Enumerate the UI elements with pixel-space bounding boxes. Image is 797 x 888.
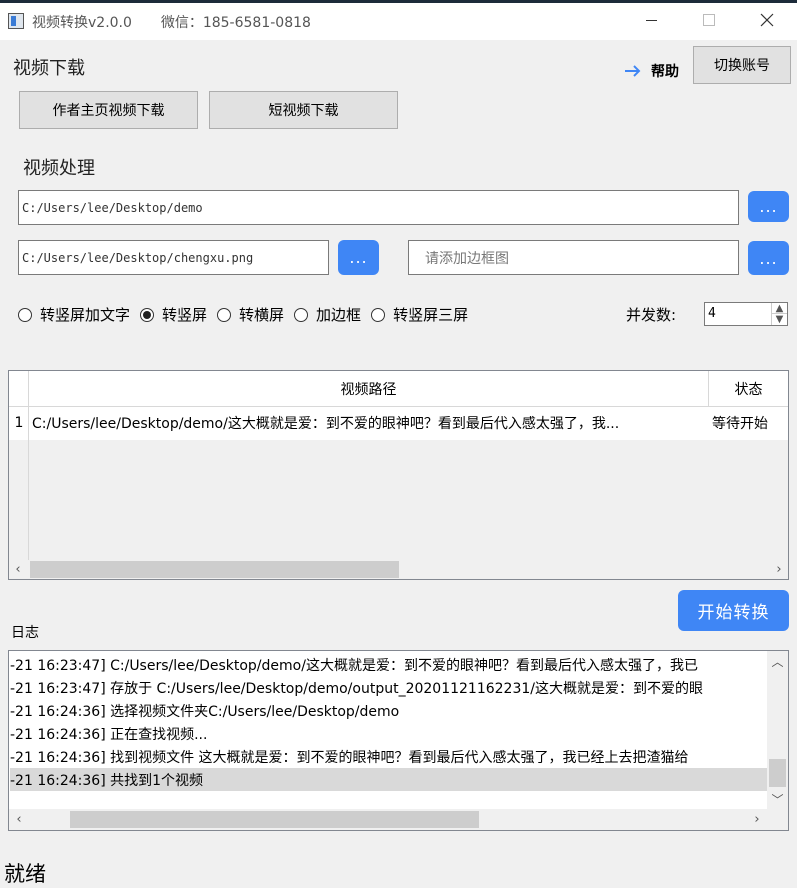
switch-account-button[interactable]: 切换账号: [693, 46, 791, 84]
mode-radio-horizontal[interactable]: 转横屏: [217, 304, 284, 325]
log-panel: -21 16:23:47] C:/Users/lee/Desktop/demo/…: [8, 650, 789, 831]
radio-icon: [294, 307, 309, 322]
spin-up-icon[interactable]: ▲: [771, 303, 787, 314]
column-header-status[interactable]: 状态: [709, 371, 788, 407]
mode-radio-vertical-text[interactable]: 转竖屏加文字: [18, 304, 130, 325]
help-link[interactable]: 帮助: [624, 61, 686, 81]
scroll-down-icon[interactable]: ﹀: [767, 789, 788, 809]
window-title: 视频转换v2.0.0 微信：185-6581-0818: [32, 12, 311, 32]
frame-image-input[interactable]: 请添加边框图: [408, 240, 739, 275]
top-strip: [0, 0, 797, 3]
maximize-button[interactable]: [686, 0, 732, 40]
mode-radio-vertical[interactable]: 转竖屏: [140, 304, 207, 325]
mode-radio-border[interactable]: 加边框: [294, 304, 361, 325]
scroll-up-icon[interactable]: ︿: [767, 651, 788, 671]
radio-label: 加边框: [316, 306, 362, 324]
radio-icon: [18, 307, 32, 322]
log-horizontal-scrollbar[interactable]: ‹ ›: [9, 809, 767, 830]
scroll-left-icon[interactable]: ‹: [9, 809, 29, 830]
minimize-button[interactable]: [628, 0, 674, 40]
wechat-contact: 微信：185-6581-0818: [160, 15, 311, 31]
table-corner: [9, 371, 29, 407]
log-label: 日志: [11, 625, 39, 641]
minimize-icon: [645, 19, 657, 21]
help-label: 帮助: [651, 64, 679, 80]
row-index: 1: [14, 415, 24, 431]
folder-browse-button[interactable]: ...: [748, 191, 789, 222]
scroll-right-icon[interactable]: ›: [747, 809, 767, 830]
mode-radio-vertical-triple[interactable]: 转竖屏三屏: [371, 304, 468, 325]
close-icon: [760, 13, 774, 27]
app-icon: [8, 13, 24, 29]
scrollbar-thumb[interactable]: [769, 759, 786, 787]
arrow-right-icon: [625, 65, 641, 77]
table-cell-path[interactable]: C:/Users/lee/Desktop/demo/这大概就是爱：到不爱的眼神吧…: [32, 407, 707, 439]
radio-label: 转竖屏: [162, 306, 208, 324]
radio-label: 转竖屏加文字: [40, 306, 131, 324]
row-header-empty: [9, 440, 29, 560]
spin-down-icon[interactable]: ▼: [771, 314, 787, 325]
log-line: -21 16:24:36] 找到视频文件 这大概就是爱：到不爱的眼神吧？看到最后…: [10, 749, 689, 766]
concurrency-label: 并发数:: [626, 306, 677, 324]
table-cell-status[interactable]: 等待开始: [712, 407, 788, 439]
scrollbar-thumb[interactable]: [30, 561, 399, 578]
video-table: 视频路径 状态 1 C:/Users/lee/Desktop/demo/这大概就…: [8, 370, 789, 580]
table-horizontal-scrollbar[interactable]: ‹ ›: [9, 560, 788, 579]
concurrency-spinbox[interactable]: 4 ▲ ▼: [704, 302, 788, 326]
close-button[interactable]: [744, 0, 790, 40]
processing-section-title: 视频处理: [23, 158, 95, 179]
log-line: -21 16:24:36] 选择视频文件夹C:/Users/lee/Deskto…: [10, 703, 400, 720]
radio-icon: [371, 307, 386, 322]
log-line: -21 16:23:47] 存放于 C:/Users/lee/Desktop/d…: [10, 680, 703, 697]
scroll-left-icon[interactable]: ‹: [9, 560, 27, 579]
radio-label: 转横屏: [239, 306, 285, 324]
frame-browse-button[interactable]: ...: [748, 241, 789, 275]
short-video-download-button[interactable]: 短视频下载: [209, 91, 398, 129]
log-line: -21 16:24:36] 正在查找视频...: [10, 726, 208, 743]
scroll-right-icon[interactable]: ›: [770, 560, 788, 579]
scroll-corner: [767, 809, 788, 830]
maximize-icon: [703, 14, 715, 26]
image-path-input[interactable]: C:/Users/lee/Desktop/chengxu.png: [18, 240, 329, 275]
image-browse-button[interactable]: ...: [338, 240, 379, 275]
log-line: -21 16:23:47] C:/Users/lee/Desktop/demo/…: [10, 657, 698, 674]
scrollbar-thumb[interactable]: [70, 811, 479, 828]
radio-icon: [217, 307, 232, 322]
start-conversion-button[interactable]: 开始转换: [678, 590, 789, 631]
radio-selected-icon: [140, 307, 155, 322]
folder-path-input[interactable]: C:/Users/lee/Desktop/demo: [18, 190, 739, 225]
log-vertical-scrollbar[interactable]: ︿ ﹀: [767, 651, 788, 809]
author-download-button[interactable]: 作者主页视频下载: [19, 91, 198, 129]
download-section-title: 视频下载: [13, 58, 85, 79]
radio-label: 转竖屏三屏: [393, 306, 469, 324]
table-empty-area: [29, 440, 788, 560]
concurrency-value: 4: [708, 306, 716, 321]
status-text: 就绪: [4, 862, 46, 886]
log-line-selected: -21 16:24:36] 共找到1个视频: [10, 768, 767, 791]
app-name: 视频转换v2.0.0: [32, 15, 132, 31]
column-header-path[interactable]: 视频路径: [29, 371, 709, 407]
mode-radio-group: 转竖屏加文字 转竖屏 转横屏 加边框 转竖屏三屏: [18, 304, 478, 325]
